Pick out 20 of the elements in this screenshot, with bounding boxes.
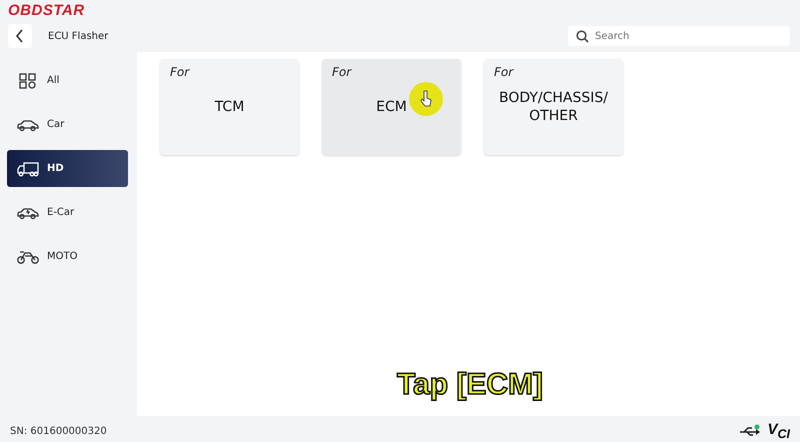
category-card[interactable]: For BODY/CHASSIS/OTHER	[484, 59, 623, 155]
serial-number: SN: 601600000320	[10, 426, 107, 436]
truck-icon	[17, 160, 39, 176]
category-card[interactable]: For TCM	[160, 59, 299, 155]
logo: OBDSTAR	[8, 2, 85, 18]
usb-icon	[739, 424, 762, 438]
sidebar-item[interactable]: E-Car	[7, 194, 128, 231]
caption: Tap [ECM]	[396, 368, 544, 402]
vci-label: V$_{CI}$	[767, 421, 790, 441]
back-icon	[15, 29, 25, 43]
category-card[interactable]: For ECM	[322, 59, 461, 155]
sidebar-item[interactable]: HD	[7, 150, 128, 187]
back-button[interactable]	[8, 24, 32, 48]
search-field[interactable]: Search	[568, 26, 790, 46]
sidebar-item[interactable]: MOTO	[7, 238, 128, 275]
page-title: ECU Flasher	[48, 30, 108, 42]
motorcycle-icon	[17, 248, 39, 264]
sidebar-item[interactable]: All	[7, 62, 128, 99]
cursor-highlight-icon	[409, 82, 443, 116]
sidebar-item[interactable]: Car	[7, 106, 128, 143]
